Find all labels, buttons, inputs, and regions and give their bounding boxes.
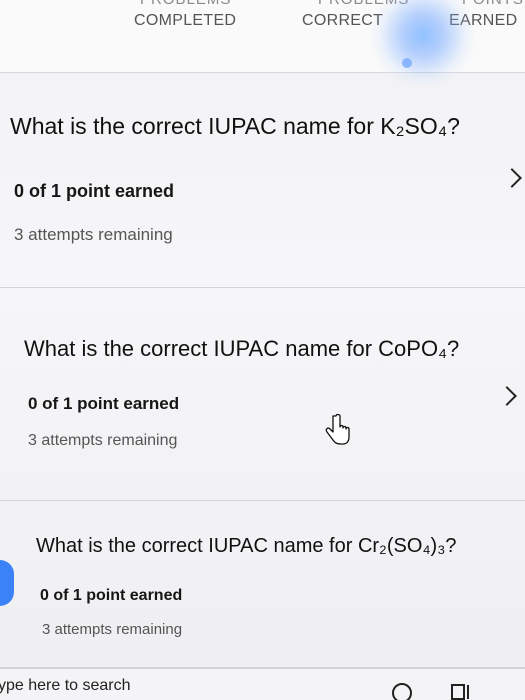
question-text: What is the correct IUPAC name for Cr₂(S… [36,535,457,557]
header-completed: COMPLETED [134,12,237,29]
question-card-2[interactable]: What is the correct IUPAC name for CoPO₄… [0,288,525,501]
points-earned: 0 of 1 point earned [28,394,180,413]
question-card-1[interactable]: What is the correct IUPAC name for K₂SO₄… [0,73,525,288]
points-earned: 0 of 1 point earned [40,587,183,604]
header-cut-label: PROBLEMS [140,0,231,8]
question-card-3[interactable]: What is the correct IUPAC name for Cr₂(S… [0,501,525,668]
side-button[interactable] [0,560,14,606]
attempts-remaining: 3 attempts remaining [14,225,173,244]
hand-pointer-icon [325,413,350,445]
points-earned: 0 of 1 point earned [14,181,175,201]
taskbar-search-input[interactable]: ype here to search [0,677,131,695]
screen-glare-dot [402,58,412,68]
cortana-circle-icon[interactable] [392,683,412,700]
chevron-right-icon[interactable] [502,168,522,188]
question-text: What is the correct IUPAC name for CoPO₄… [24,336,460,361]
chevron-right-icon[interactable] [497,386,517,406]
question-text: What is the correct IUPAC name for K₂SO₄… [10,113,460,139]
attempts-remaining: 3 attempts remaining [28,432,178,449]
header-cut-label: POINTS [462,0,524,8]
windows-taskbar: ype here to search [0,668,525,700]
attempts-remaining: 3 attempts remaining [42,621,183,638]
task-view-icon[interactable] [450,683,472,700]
